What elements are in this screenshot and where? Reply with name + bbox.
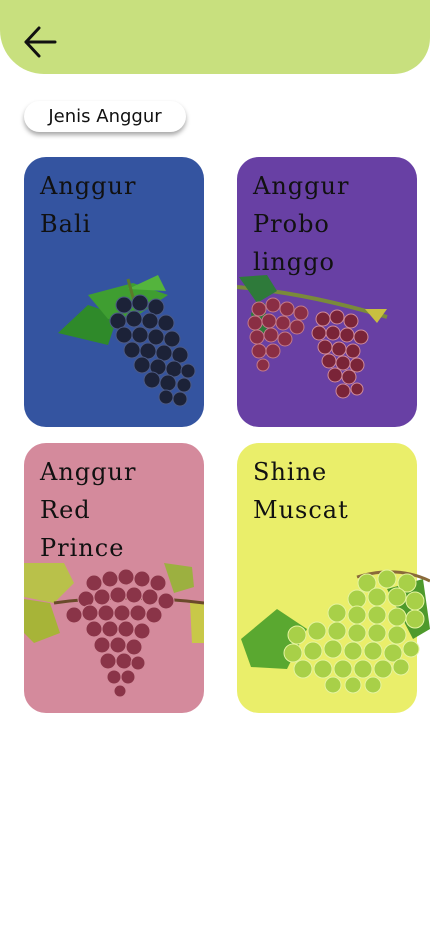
back-button[interactable] [20, 22, 60, 62]
red-grapes-on-vine-image [237, 275, 388, 399]
arrow-left-icon [24, 26, 57, 58]
grape-type-chip[interactable]: Jenis Anggur [24, 101, 186, 132]
card-anggur-probolinggo[interactable]: Anggur Probo linggo [237, 157, 417, 427]
green-muscat-grapes-image [241, 569, 430, 694]
card-shine-muscat[interactable]: Shine Muscat [237, 443, 430, 713]
card-anggur-red-prince[interactable]: Anggur Red Prince [24, 443, 204, 713]
card-title: Anggur Bali [40, 172, 137, 238]
header-bar [0, 0, 430, 74]
grape-type-chip-label: Jenis Anggur [48, 106, 162, 127]
dark-blue-grapes-image [58, 275, 196, 407]
card-title: Anggur Probo linggo [253, 172, 350, 276]
card-title: Shine Muscat [253, 458, 349, 524]
card-anggur-bali[interactable]: Anggur Bali [24, 157, 204, 427]
card-title: Anggur Red Prince [40, 458, 137, 562]
red-prince-grapes-image [24, 563, 204, 698]
